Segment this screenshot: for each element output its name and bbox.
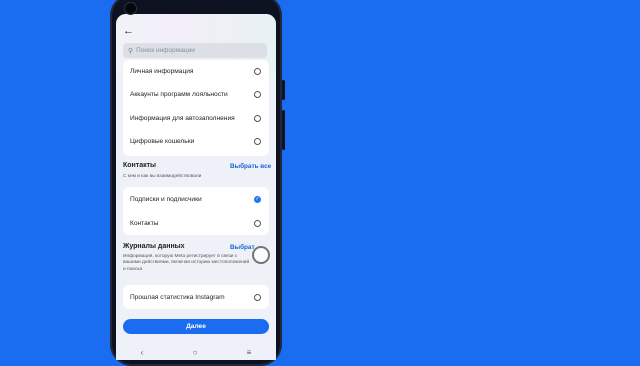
- recents-nav-icon[interactable]: ≡: [247, 348, 252, 357]
- select-all-logs-button[interactable]: Выбрат: [230, 244, 255, 251]
- option-autofill-info[interactable]: Информация для автозаполнения: [123, 107, 269, 129]
- option-follows[interactable]: Подписки и подписчики ✓: [123, 188, 269, 210]
- option-label: Подписки и подписчики: [130, 195, 202, 203]
- volume-button: [282, 110, 285, 150]
- front-camera: [125, 3, 136, 14]
- search-bar[interactable]: ⚲: [123, 43, 267, 58]
- radio-button[interactable]: [254, 219, 261, 227]
- option-loyalty-accounts[interactable]: Аккаунты программ лояльности: [123, 83, 269, 105]
- radio-button[interactable]: [254, 67, 261, 75]
- section-description-logs: Информация, которую Meta регистрирует в …: [123, 254, 250, 272]
- section-description-contacts: С кем и как вы взаимодействовали: [123, 174, 202, 179]
- radio-button[interactable]: [254, 293, 261, 301]
- option-label: Прошлая статистика Instagram: [130, 293, 225, 301]
- radio-button[interactable]: [254, 137, 261, 145]
- next-button[interactable]: Далее: [123, 319, 269, 334]
- search-icon: ⚲: [128, 47, 134, 55]
- check-icon[interactable]: ✓: [254, 195, 261, 203]
- option-label: Информация для автозаполнения: [130, 114, 235, 122]
- home-nav-icon[interactable]: ○: [193, 348, 198, 357]
- search-input[interactable]: [136, 47, 257, 54]
- personal-info-card: Личная информация Аккаунты программ лоял…: [123, 60, 269, 156]
- app-screen: ← ⚲ Личная информация Аккаунты программ …: [116, 14, 276, 360]
- option-label: Контакты: [130, 219, 159, 227]
- section-title-contacts: Контакты: [123, 162, 157, 169]
- radio-button[interactable]: [254, 114, 261, 122]
- option-label: Личная информация: [130, 67, 194, 75]
- option-digital-wallets[interactable]: Цифровые кошельки: [123, 130, 269, 152]
- radio-button[interactable]: [254, 90, 261, 98]
- back-nav-icon[interactable]: ‹: [141, 348, 144, 357]
- touch-indicator: [252, 246, 270, 264]
- select-all-contacts-button[interactable]: Выбрать все: [230, 163, 271, 170]
- data-logs-card: Прошлая статистика Instagram: [123, 285, 269, 309]
- section-title-data-logs: Журналы данных: [123, 243, 185, 250]
- option-personal-info[interactable]: Личная информация: [123, 60, 269, 82]
- system-nav-bar: ‹ ○ ≡: [116, 344, 276, 360]
- contacts-card: Подписки и подписчики ✓ Контакты: [123, 187, 269, 235]
- option-instagram-history[interactable]: Прошлая статистика Instagram: [123, 286, 269, 308]
- power-button: [282, 80, 285, 100]
- option-contacts[interactable]: Контакты: [123, 212, 269, 234]
- option-label: Аккаунты программ лояльности: [130, 90, 228, 98]
- option-label: Цифровые кошельки: [130, 137, 195, 145]
- arrow-left-icon[interactable]: ←: [123, 25, 134, 37]
